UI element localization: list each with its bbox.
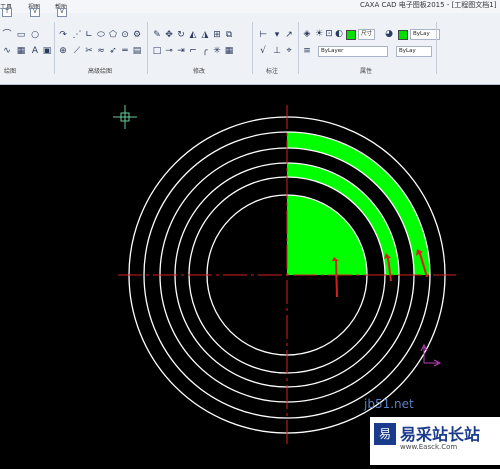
group-label-draw: 绘图	[4, 68, 17, 75]
point-tool-icon[interactable]: ⋰	[72, 30, 82, 40]
ellipse-tool-icon[interactable]: ⬭	[96, 30, 106, 40]
layer-color-swatch[interactable]	[346, 30, 356, 40]
datum-tool-icon[interactable]: ⊥	[272, 46, 282, 56]
hole-tool-icon[interactable]: ⊕	[58, 46, 68, 56]
offset-tool-icon[interactable]: ⟋	[72, 46, 82, 56]
group-label-advanced-draw: 高级绘图	[88, 68, 113, 75]
array-tool-icon[interactable]: ⊞	[212, 30, 222, 40]
arrow-tool-icon[interactable]: ➶	[108, 46, 118, 56]
color-swatch	[398, 30, 408, 40]
group-divider	[54, 22, 55, 74]
centerline-tool-icon[interactable]: ⊙	[120, 30, 130, 40]
dimension-style-dropdown[interactable]: 尺寸	[358, 29, 376, 40]
spline-tool-icon[interactable]: ∿	[2, 46, 12, 56]
scale-tool-icon[interactable]: ◮	[200, 30, 210, 40]
block-tool-icon[interactable]: ▤	[132, 46, 142, 56]
polyline-tool-icon[interactable]: ↷	[58, 30, 68, 40]
group-divider	[436, 22, 437, 74]
extend-tool-icon[interactable]: ⇥	[176, 46, 186, 56]
tolerance-tool-icon[interactable]: ⌖	[284, 46, 294, 56]
text-tool-icon[interactable]: A	[30, 46, 40, 56]
keytip-help: V	[57, 8, 67, 17]
window-title: CAXA CAD 电子图板2015 - [工程图文档1]	[360, 1, 497, 9]
wave-line-icon[interactable]: ≈	[96, 46, 106, 56]
group-divider	[147, 22, 148, 74]
watermark-domain: jb51.net	[364, 397, 414, 411]
color-wheel-icon[interactable]: ◕	[384, 29, 394, 39]
watermark-url: www.Easck.Com	[400, 443, 458, 451]
rotate-tool-icon[interactable]: ↻	[176, 30, 186, 40]
insert-tool-icon[interactable]: ▣	[42, 46, 52, 56]
layer-state-icon[interactable]: ◐	[334, 29, 344, 39]
chamfer-tool-icon[interactable]: ⌐	[188, 46, 198, 56]
watermark-logo-icon: 易	[374, 423, 396, 445]
lock-icon[interactable]: ⊡	[324, 29, 334, 39]
lineweight-dropdown[interactable]: ByLay	[396, 46, 432, 57]
polygon-tool-icon[interactable]: ⬠	[108, 30, 118, 40]
arc-tool-icon[interactable]: ⌒	[2, 30, 12, 40]
group-label-dimension: 标注	[266, 68, 279, 75]
title-bar: CAXA CAD 电子图板2015 - [工程图文档1]	[0, 0, 500, 13]
leader-tool-icon[interactable]: ↗	[284, 30, 294, 40]
ribbon: CAXA CAD 电子图板2015 - [工程图文档1] 工具 T 视图 V 帮…	[0, 0, 500, 85]
group-label-properties: 属性	[360, 68, 373, 75]
circle-tool-icon[interactable]: ○	[30, 30, 40, 40]
dimension-dropdown-icon[interactable]: ▾	[272, 30, 282, 40]
mirror-tool-icon[interactable]: ◭	[188, 30, 198, 40]
keytip-view: V	[30, 8, 40, 17]
layer-icon[interactable]: ◈	[302, 29, 312, 39]
fillet-tool-icon[interactable]: ╭	[200, 46, 210, 56]
group-divider	[252, 22, 253, 74]
grid-tool-icon[interactable]: ▦	[224, 46, 234, 56]
break-tool-icon[interactable]: ⊸	[164, 46, 174, 56]
linetype-dropdown[interactable]: ByLayer	[318, 46, 388, 57]
double-line-icon[interactable]: ═	[120, 46, 130, 56]
watermark-site-name: 易采站长站	[400, 425, 481, 444]
lineweight-icon[interactable]: ≡	[302, 46, 312, 56]
keytip-tools: T	[2, 8, 12, 17]
rectangle-tool-icon[interactable]: ▭	[16, 30, 26, 40]
explode-tool-icon[interactable]: ✳	[212, 46, 222, 56]
delete-tool-icon[interactable]: ✎	[152, 30, 162, 40]
move-tool-icon[interactable]: ✥	[164, 30, 174, 40]
watermark-badge: 易 易采站长站 www.Easck.Com	[370, 417, 500, 465]
angle-line-icon[interactable]: ∟	[84, 30, 94, 40]
dimension-tool-icon[interactable]: ⊢	[258, 30, 268, 40]
roughness-tool-icon[interactable]: √	[258, 46, 268, 56]
stretch-tool-icon[interactable]: □	[152, 46, 162, 56]
lightbulb-icon[interactable]: ☀	[314, 29, 324, 39]
gear-shape-icon[interactable]: ⚙	[132, 30, 142, 40]
site-watermark: jb51.net 易 易采站长站 www.Easck.Com	[360, 395, 500, 469]
hatch-tool-icon[interactable]: ▦	[16, 46, 26, 56]
group-divider	[298, 22, 299, 74]
group-label-modify: 修改	[193, 68, 206, 75]
copy-tool-icon[interactable]: ⧉	[224, 30, 234, 40]
trim-tool-icon[interactable]: ✂	[84, 46, 94, 56]
